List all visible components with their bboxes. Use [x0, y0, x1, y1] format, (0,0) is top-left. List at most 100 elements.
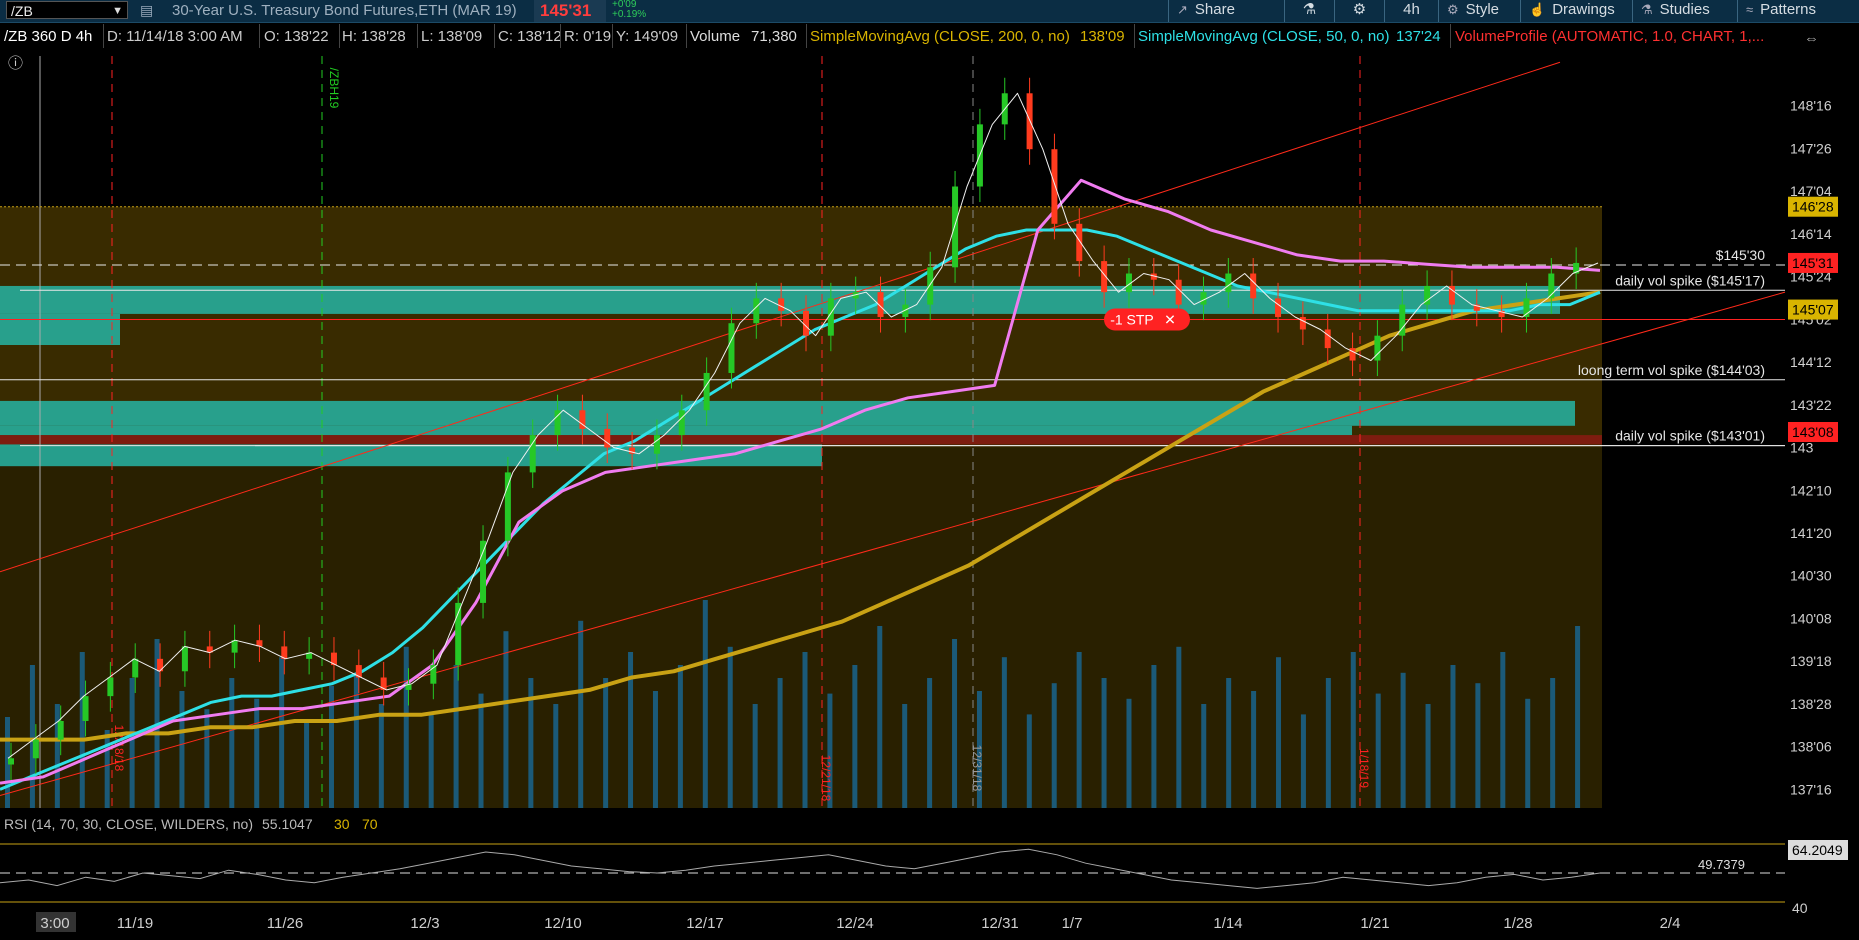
volume-profile-bar — [0, 435, 1602, 445]
volume-bar — [952, 639, 958, 808]
bar-range: R: 0'19 — [564, 28, 612, 45]
volume-bar — [1051, 683, 1057, 808]
volume-bar — [428, 714, 434, 808]
share-button[interactable]: ↗ Share — [1168, 0, 1284, 22]
volume-bar — [877, 626, 883, 808]
volume-profile-bar — [0, 425, 1352, 436]
divider — [686, 24, 687, 48]
divider — [103, 24, 104, 48]
rsi-label: RSI (14, 70, 30, CLOSE, WILDERS, no) — [4, 816, 253, 832]
volume-bar — [702, 600, 708, 808]
volume-bar — [1525, 698, 1531, 808]
bar-y: Y: 149'09 — [616, 28, 679, 45]
share-label: Share — [1194, 1, 1235, 18]
volume-bar — [279, 657, 285, 808]
y-tick-label: 138'06 — [1790, 739, 1832, 755]
candle-body — [132, 658, 139, 678]
vertical-date-label: /ZBH19 — [327, 68, 341, 109]
candle-body — [1200, 292, 1207, 305]
volume-bar — [1176, 646, 1182, 808]
volume-bar — [752, 704, 758, 808]
instrument-description: 30-Year U.S. Treasury Bond Futures,ETH (… — [172, 2, 517, 19]
flask-button[interactable]: ⚗ — [1284, 0, 1334, 22]
symbol-settings-icon[interactable]: ▤ — [140, 2, 153, 19]
volume-bar — [478, 693, 484, 808]
volume-profile-bar — [0, 400, 1575, 426]
volume-bar — [1500, 652, 1506, 808]
candle-body — [231, 640, 238, 653]
y-tick-label: 140'08 — [1790, 610, 1832, 626]
studies-button[interactable]: ⚗ Studies — [1632, 0, 1737, 22]
volume-bar — [129, 678, 135, 808]
drawings-button[interactable]: ☝ Drawings — [1520, 0, 1632, 22]
volume-bar — [204, 709, 210, 808]
chart-period: /ZB 360 D 4h — [4, 28, 93, 45]
volume-bar — [1400, 672, 1406, 808]
candle-body — [1250, 273, 1257, 299]
candle-body — [728, 323, 735, 373]
volume-bar — [1450, 665, 1456, 808]
horizontal-level-label: daily vol spike ($143'01) — [1615, 428, 1765, 444]
x-tick-label: 12/17 — [686, 915, 724, 932]
candle-body — [1299, 317, 1306, 330]
settings-button[interactable]: ⚙ — [1334, 0, 1384, 22]
divider — [1134, 24, 1135, 48]
price-marker-label: 145'31 — [1792, 255, 1834, 271]
drawings-icon: ☝ — [1529, 2, 1546, 17]
volume-bar — [553, 704, 559, 808]
symbol-text: /ZB — [11, 3, 33, 19]
style-button[interactable]: ⚙ Style — [1438, 0, 1520, 22]
volume-bar — [578, 620, 584, 808]
patterns-icon: ≈ — [1746, 2, 1754, 17]
volume-bar — [254, 698, 260, 808]
vertical-date-label: 12/18/18 — [112, 725, 126, 772]
volume-bar — [1350, 652, 1356, 808]
y-tick-label: 142'10 — [1790, 482, 1832, 498]
volume-label: Volume — [690, 28, 741, 45]
candle-body — [157, 658, 164, 672]
x-tick-label: 1/28 — [1503, 915, 1532, 932]
candle-body — [678, 410, 685, 436]
volume-bar — [1375, 693, 1381, 808]
timeframe-label: 4h — [1403, 1, 1420, 18]
price-change: +0'09 +0.19% — [612, 0, 646, 20]
volume-bar — [652, 691, 658, 808]
vertical-date-label: 1/18/19 — [1357, 748, 1371, 788]
candle-body — [753, 298, 760, 324]
volume-bar — [179, 691, 185, 808]
volume-bar — [802, 652, 808, 808]
x-tick-label: 12/3 — [410, 915, 439, 932]
last-price: 145'31 — [534, 0, 606, 22]
timeframe-button[interactable]: 4h — [1384, 0, 1438, 22]
volume-bar — [1475, 683, 1481, 808]
volume-bar — [353, 672, 359, 808]
collapse-icon[interactable]: ⇔ — [1804, 30, 1819, 47]
y-tick-label: 140'30 — [1790, 568, 1832, 584]
divider — [259, 24, 260, 48]
volume-bar — [104, 730, 110, 808]
volume-bar — [852, 665, 858, 808]
candle-body — [1026, 93, 1033, 150]
volume-bar — [1276, 657, 1282, 808]
x-tick-label: 2/4 — [1660, 915, 1681, 932]
volume-bar — [927, 678, 933, 808]
volume-bar — [1226, 678, 1232, 808]
y-tick-label: 146'14 — [1790, 226, 1832, 242]
divider — [339, 24, 340, 48]
dropdown-caret-icon[interactable]: ▼ — [112, 2, 123, 20]
close-icon: ✕ — [1164, 312, 1176, 328]
x-tick-label: 11/26 — [267, 915, 303, 932]
candle-body — [927, 267, 934, 305]
volume-bar — [1425, 704, 1431, 808]
symbol-selector[interactable]: /ZB ▼ — [6, 1, 128, 19]
price-chart[interactable]: /ZBH19 12/18/18 12/21/18 12/31/18 1/18/19 $14… — [0, 48, 1859, 940]
sma50-value: 137'24 — [1396, 28, 1441, 45]
candle-body — [1275, 298, 1282, 318]
bar-close: C: 138'12 — [498, 28, 562, 45]
volume-bar — [1201, 704, 1207, 808]
y-tick-label: 143'22 — [1790, 397, 1832, 413]
patterns-button[interactable]: ≈ Patterns — [1737, 0, 1859, 22]
candle-body — [181, 646, 188, 672]
x-tick-label: 12/24 — [836, 915, 874, 932]
candle-body — [952, 186, 959, 268]
